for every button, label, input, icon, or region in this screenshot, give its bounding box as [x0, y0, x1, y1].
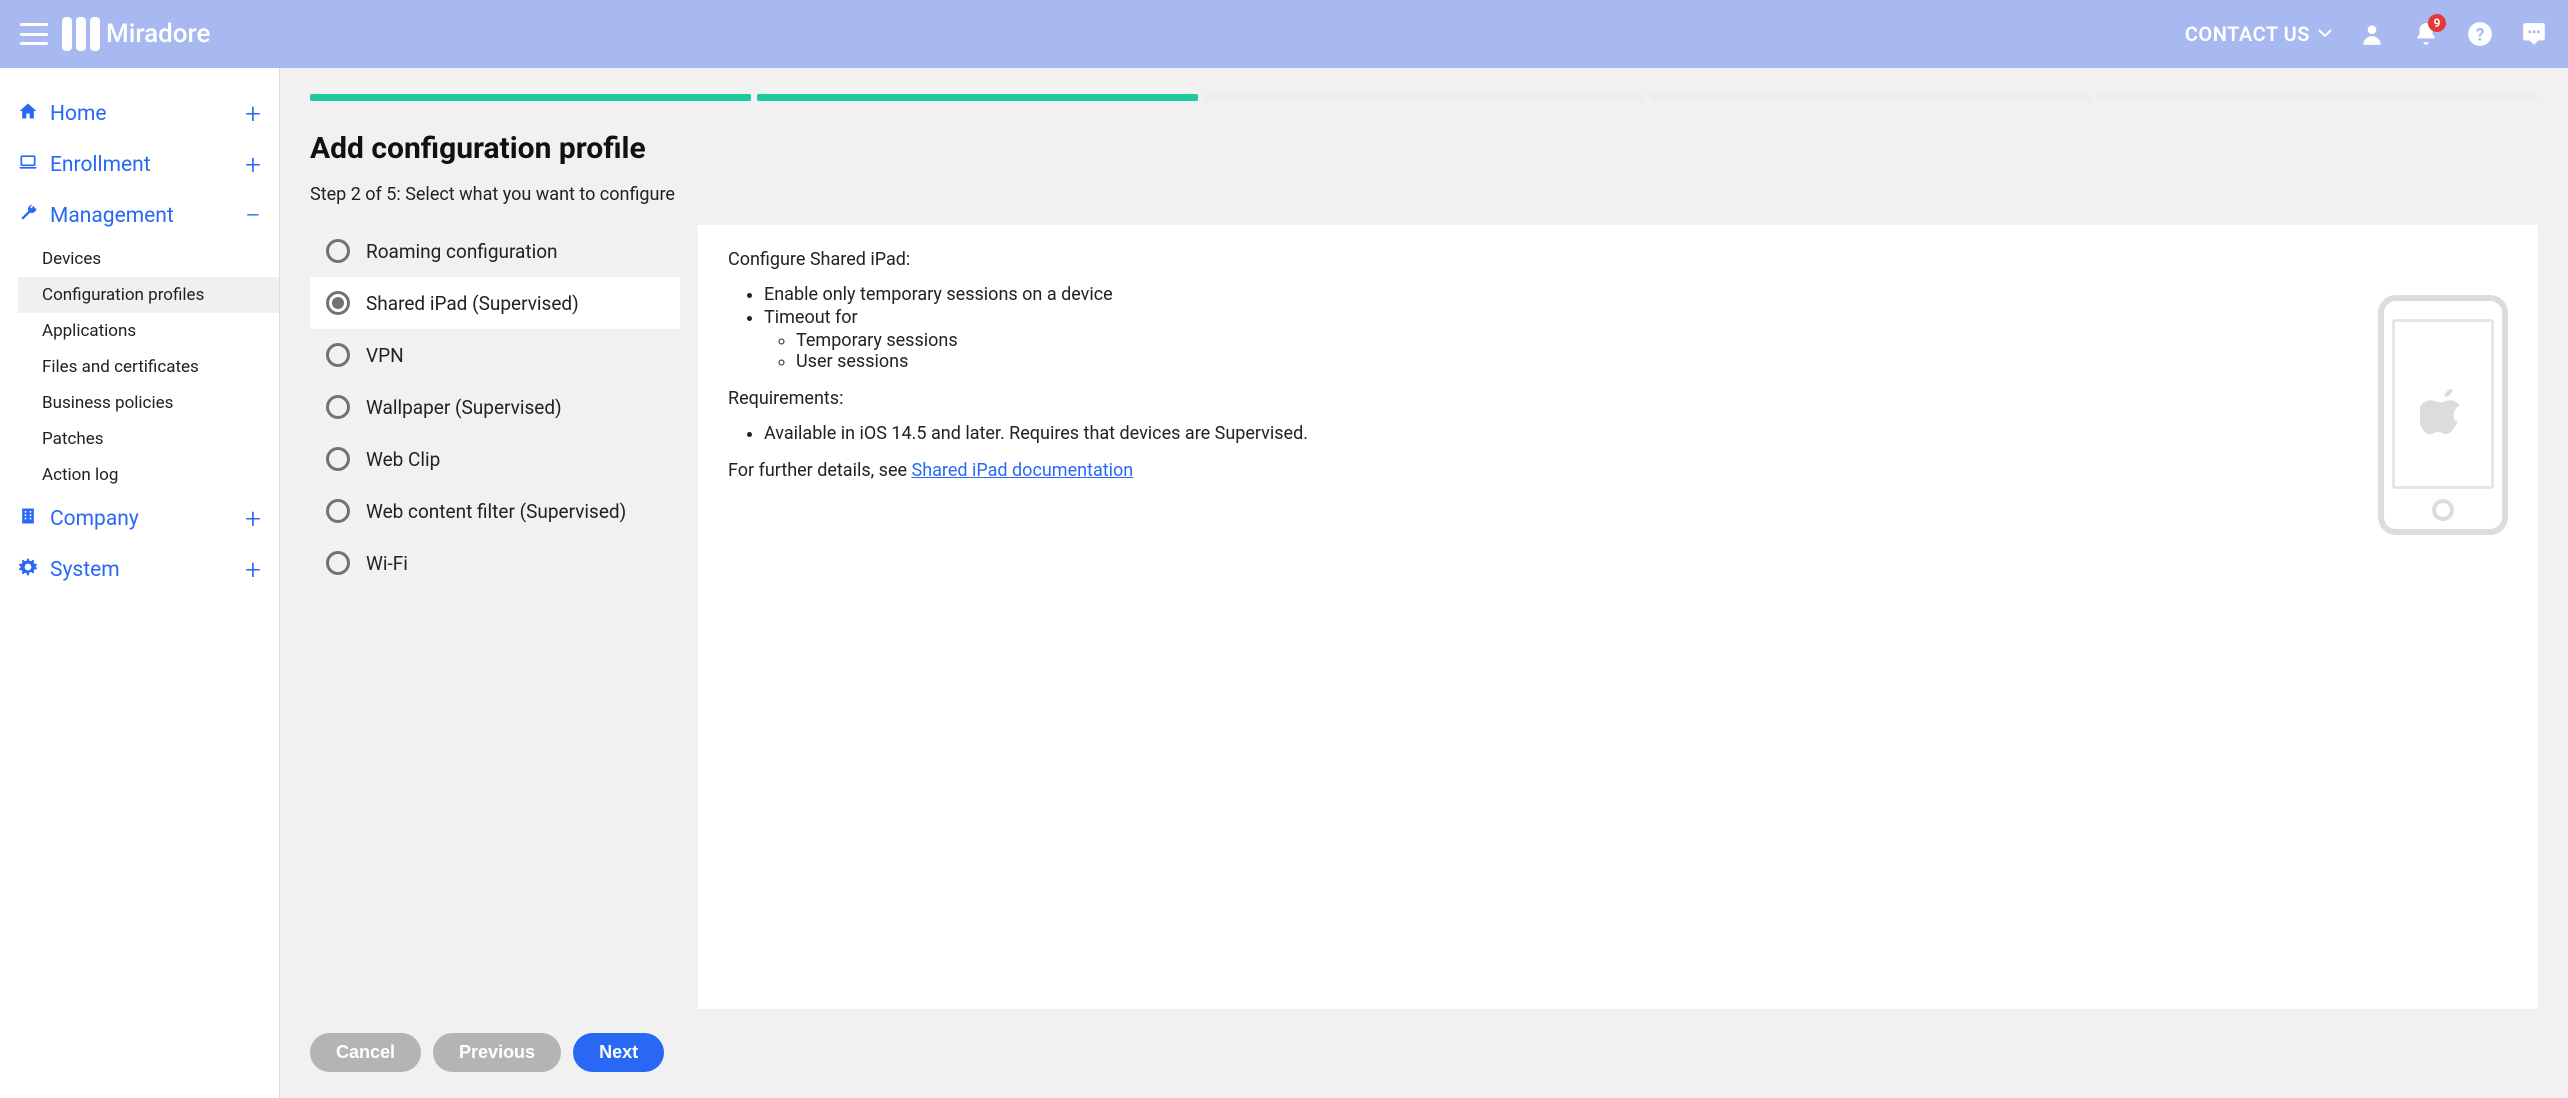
detail-bullet: Timeout for Temporary sessions User sess…	[764, 307, 2508, 372]
help-icon[interactable]: ?	[2466, 20, 2494, 48]
progress-step	[2097, 94, 2538, 101]
sidebar: Home + Enrollment + Management − DevicesConfig…	[0, 68, 280, 1098]
svg-text:?: ?	[2476, 26, 2485, 46]
main-content: Add configuration profile Step 2 of 5: S…	[280, 68, 2568, 1098]
notification-badge: 9	[2428, 14, 2446, 32]
nav-management[interactable]: Management −	[0, 190, 279, 241]
topbar: Miradore CONTACT US 9 ?	[0, 0, 2568, 68]
nav-label: Company	[50, 507, 139, 531]
more-info: For further details, see Shared iPad doc…	[728, 460, 2508, 481]
detail-heading: Configure Shared iPad:	[728, 249, 2508, 270]
collapse-icon[interactable]: −	[245, 199, 261, 232]
nav-label: Enrollment	[50, 153, 151, 177]
subnav-item[interactable]: Business policies	[18, 385, 279, 421]
nav-home[interactable]: Home +	[0, 88, 279, 139]
expand-icon[interactable]: +	[245, 553, 261, 586]
gear-icon	[18, 557, 38, 583]
option-label: Web Clip	[366, 448, 440, 471]
option-label: VPN	[366, 344, 404, 367]
expand-icon[interactable]: +	[245, 148, 261, 181]
radio-icon	[326, 291, 350, 315]
subnav-item[interactable]: Configuration profiles	[18, 277, 279, 313]
config-option[interactable]: Wi-Fi	[310, 537, 680, 589]
chat-icon[interactable]	[2520, 20, 2548, 48]
expand-icon[interactable]: +	[245, 97, 261, 130]
previous-button[interactable]: Previous	[433, 1033, 561, 1072]
doc-link[interactable]: Shared iPad documentation	[912, 460, 1134, 481]
device-illustration	[2378, 295, 2508, 535]
home-icon	[18, 101, 38, 127]
progress-step	[757, 94, 1198, 101]
option-label: Wallpaper (Supervised)	[366, 396, 562, 419]
wizard-buttons: Cancel Previous Next	[310, 1033, 2538, 1072]
radio-icon	[326, 447, 350, 471]
option-label: Web content filter (Supervised)	[366, 500, 626, 523]
page-title: Add configuration profile	[310, 131, 2538, 166]
menu-icon[interactable]	[20, 23, 48, 45]
bell-icon[interactable]: 9	[2412, 20, 2440, 48]
subnav-item[interactable]: Action log	[18, 457, 279, 493]
expand-icon[interactable]: +	[245, 502, 261, 535]
subnav-item[interactable]: Applications	[18, 313, 279, 349]
radio-icon	[326, 551, 350, 575]
nav-enrollment[interactable]: Enrollment +	[0, 139, 279, 190]
nav-label: Home	[50, 102, 107, 126]
detail-panel: Configure Shared iPad: Enable only tempo…	[698, 225, 2538, 1009]
chevron-down-icon	[2318, 29, 2332, 39]
logo-icon	[62, 17, 100, 51]
nav-label: System	[50, 558, 120, 582]
brand-name: Miradore	[106, 19, 210, 49]
cancel-button[interactable]: Cancel	[310, 1033, 421, 1072]
detail-bullet: Enable only temporary sessions on a devi…	[764, 284, 2508, 305]
radio-icon	[326, 343, 350, 367]
progress-step	[310, 94, 751, 101]
building-icon	[18, 506, 38, 532]
progress-step	[1204, 94, 1645, 101]
config-option[interactable]: Roaming configuration	[310, 225, 680, 277]
config-option[interactable]: Shared iPad (Supervised)	[310, 277, 680, 329]
progress-step	[1650, 94, 2091, 101]
config-option[interactable]: Web content filter (Supervised)	[310, 485, 680, 537]
config-option[interactable]: Wallpaper (Supervised)	[310, 381, 680, 433]
next-button[interactable]: Next	[573, 1033, 664, 1072]
detail-sub-bullet: User sessions	[796, 351, 2508, 372]
contact-us-label: CONTACT US	[2185, 22, 2310, 46]
option-label: Shared iPad (Supervised)	[366, 292, 579, 315]
subnav-item[interactable]: Files and certificates	[18, 349, 279, 385]
progress-bar	[310, 94, 2538, 101]
subnav-item[interactable]: Patches	[18, 421, 279, 457]
topbar-left: Miradore	[20, 17, 210, 51]
radio-icon	[326, 499, 350, 523]
nav-system[interactable]: System +	[0, 544, 279, 595]
detail-bullets: Enable only temporary sessions on a devi…	[764, 284, 2508, 372]
detail-sub-bullet: Temporary sessions	[796, 330, 2508, 351]
config-option[interactable]: Web Clip	[310, 433, 680, 485]
requirements-list: Available in iOS 14.5 and later. Require…	[764, 423, 2508, 444]
option-label: Wi-Fi	[366, 552, 408, 575]
nav-label: Management	[50, 204, 174, 228]
requirements-heading: Requirements:	[728, 388, 2508, 409]
laptop-icon	[18, 152, 38, 178]
nav-company[interactable]: Company +	[0, 493, 279, 544]
step-label: Step 2 of 5: Select what you want to con…	[310, 184, 2538, 205]
option-label: Roaming configuration	[366, 240, 558, 263]
options-list[interactable]: Roaming configuration Shared iPad (Superv…	[310, 225, 680, 589]
radio-icon	[326, 239, 350, 263]
wrench-icon	[18, 203, 38, 229]
topbar-right: CONTACT US 9 ?	[2185, 20, 2548, 48]
options-column: Roaming configuration Shared iPad (Superv…	[310, 225, 680, 1009]
brand-logo[interactable]: Miradore	[62, 17, 210, 51]
subnav-item[interactable]: Devices	[18, 241, 279, 277]
radio-icon	[326, 395, 350, 419]
requirement-bullet: Available in iOS 14.5 and later. Require…	[764, 423, 2508, 444]
config-option[interactable]: VPN	[310, 329, 680, 381]
user-icon[interactable]	[2358, 20, 2386, 48]
contact-us-menu[interactable]: CONTACT US	[2185, 22, 2332, 46]
